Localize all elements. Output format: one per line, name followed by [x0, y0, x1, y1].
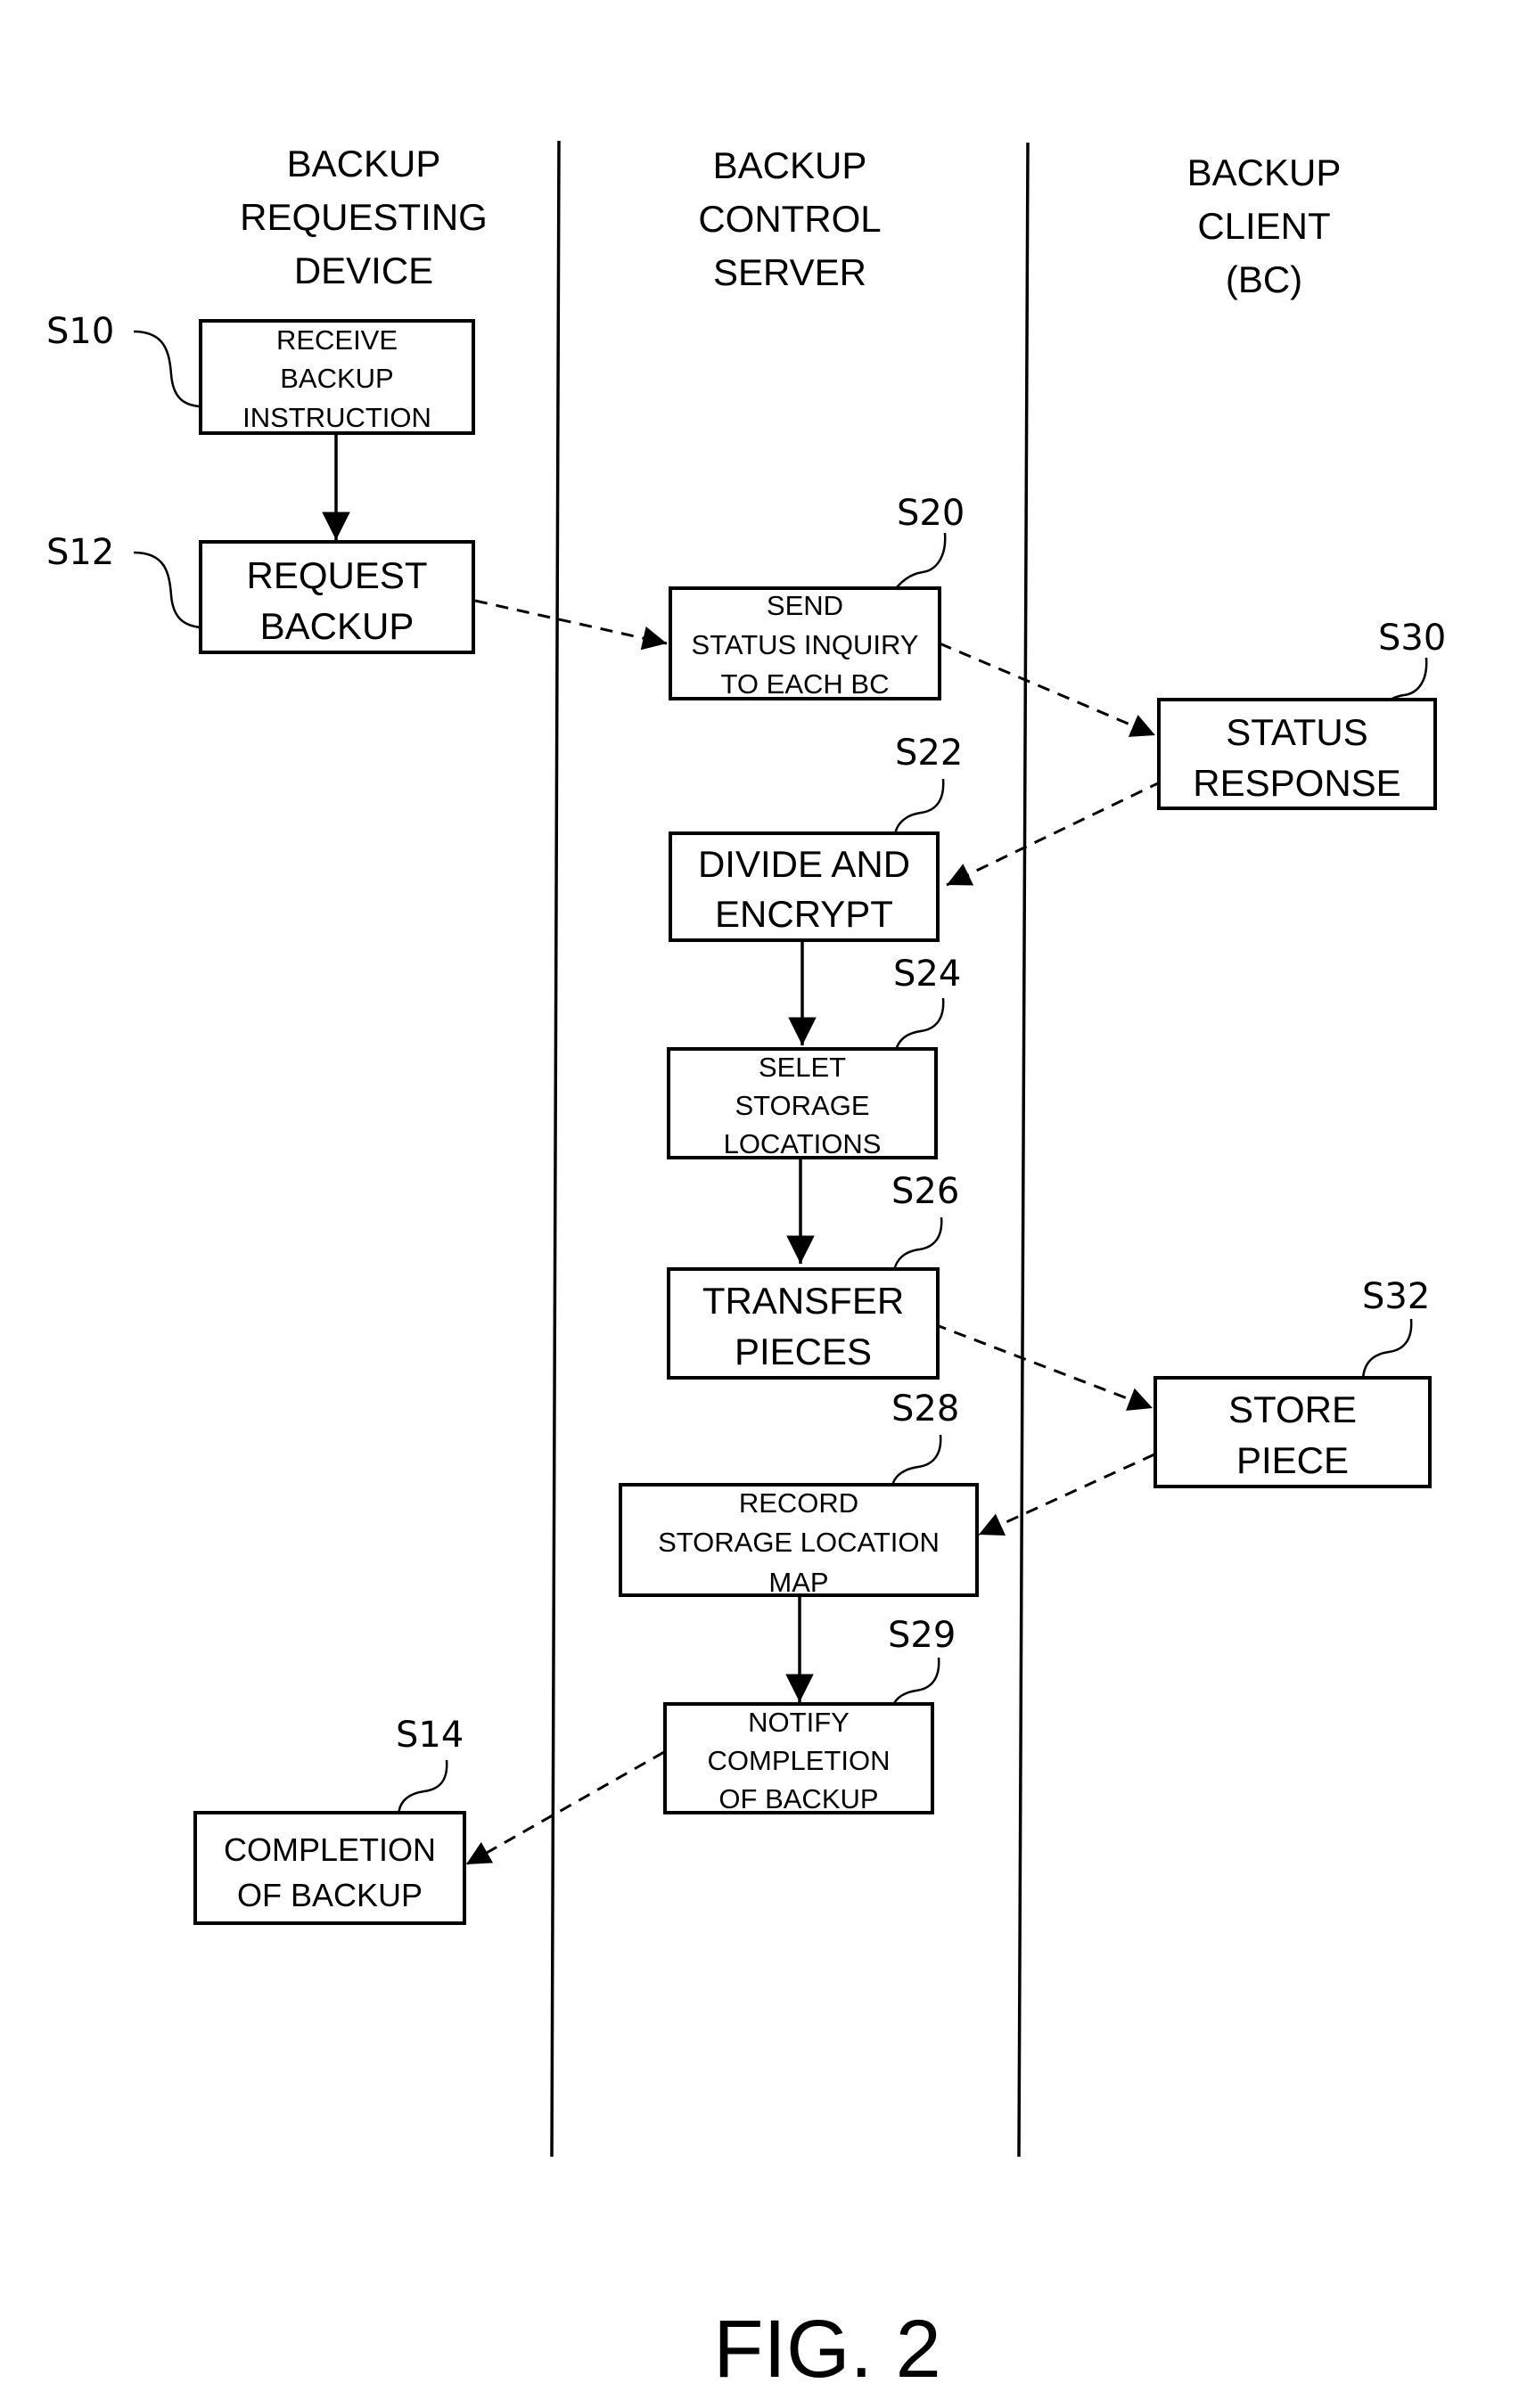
lane-title-line: DEVICE	[294, 250, 433, 291]
leader-line	[893, 778, 945, 836]
step-number-label: S26	[891, 1171, 959, 1212]
step-number-label: S24	[893, 954, 961, 995]
step-text-line: DIVIDE AND	[698, 843, 910, 885]
step-text-line: BACKUP	[280, 363, 393, 394]
sequence-diagram: BACKUP REQUESTING DEVICE BACKUP CONTROL …	[46, 140, 1446, 2395]
lane-divider-left	[550, 140, 561, 2158]
step-s12: S12 REQUEST BACKUP	[46, 532, 475, 654]
step-text-line: REQUEST	[246, 554, 427, 596]
leader-line	[1361, 1318, 1413, 1380]
step-number-label: S28	[891, 1388, 959, 1429]
step-number-label: S12	[46, 532, 114, 573]
step-s24: S24 SELET STORAGE LOCATIONS	[667, 954, 961, 1159]
lane-title-line: BACKUP	[1187, 152, 1342, 193]
step-text-line: COMPLETION	[708, 1745, 891, 1776]
step-text-line: INSTRUCTION	[242, 402, 431, 433]
lane-header-requesting-device: BACKUP REQUESTING DEVICE	[240, 143, 488, 291]
step-text-line: BACKUP	[260, 605, 415, 647]
leader-line	[891, 1434, 942, 1487]
step-text-line: SELET	[759, 1052, 846, 1083]
step-s22: S22 DIVIDE AND ENCRYPT	[669, 733, 963, 942]
step-number-label: S29	[888, 1615, 956, 1656]
figure-label: FIG. 2	[713, 2304, 941, 2395]
lane-header-control-server: BACKUP CONTROL SERVER	[698, 144, 881, 293]
step-s29: S29 NOTIFY COMPLETION OF BACKUP	[663, 1615, 956, 1814]
step-number-label: S32	[1362, 1276, 1430, 1317]
leader-line	[397, 1759, 448, 1815]
flow-s26-s32	[933, 1323, 1153, 1411]
step-s10: S10 RECEIVE BACKUP INSTRUCTION	[46, 311, 475, 435]
flow-s20-s30	[939, 642, 1156, 737]
lane-divider-right	[1017, 142, 1030, 2158]
step-text-line: STATUS	[1226, 711, 1367, 753]
flow-s32-s28	[978, 1453, 1155, 1536]
leader-line	[133, 551, 201, 629]
flow-s12-s20	[474, 599, 668, 651]
flow-s29-s14	[465, 1750, 665, 1866]
step-text-line: PIECES	[735, 1331, 872, 1372]
step-s28: S28 RECORD STORAGE LOCATION MAP	[619, 1388, 979, 1598]
step-text-line: LOCATIONS	[724, 1128, 882, 1159]
lane-title-line: (BC)	[1226, 258, 1302, 300]
lane-header-backup-client: BACKUP CLIENT (BC)	[1187, 152, 1342, 300]
step-s26: S26 TRANSFER PIECES	[667, 1171, 959, 1380]
lane-title-line: REQUESTING	[240, 196, 488, 238]
step-number-label: S20	[897, 493, 965, 534]
step-text-line: MAP	[768, 1567, 828, 1598]
step-text-line: TO EACH BC	[721, 668, 890, 700]
lane-title-line: CONTROL	[698, 198, 881, 240]
step-text-line: RESPONSE	[1193, 762, 1400, 804]
step-text-line: OF BACKUP	[718, 1783, 878, 1814]
leader-line	[133, 330, 201, 408]
step-text-line: PIECE	[1236, 1439, 1349, 1481]
step-number-label: S10	[46, 311, 114, 352]
step-text-line: RECEIVE	[276, 324, 398, 356]
lane-title-line: SERVER	[713, 251, 866, 293]
lane-title-line: BACKUP	[287, 143, 441, 184]
lane-title-line: CLIENT	[1197, 205, 1330, 247]
step-text-line: RECORD	[739, 1487, 858, 1519]
lane-title-line: BACKUP	[713, 144, 867, 186]
step-text-line: STATUS INQUIRY	[692, 629, 919, 660]
flow-s30-s22	[946, 780, 1162, 887]
step-text-line: OF BACKUP	[237, 1877, 423, 1913]
step-s14: S14 COMPLETION OF BACKUP	[193, 1715, 466, 1925]
step-text-line: TRANSFER	[702, 1280, 904, 1322]
step-number-label: S14	[396, 1715, 464, 1756]
step-s30: S30 STATUS RESPONSE	[1157, 618, 1446, 810]
leader-line	[894, 532, 947, 590]
step-text-line: NOTIFY	[748, 1707, 850, 1738]
step-number-label: S30	[1378, 618, 1446, 659]
step-s32: S32 STORE PIECE	[1153, 1276, 1432, 1488]
step-text-line: COMPLETION	[224, 1831, 436, 1868]
step-text-line: SEND	[767, 590, 843, 621]
step-text-line: STORAGE	[735, 1090, 869, 1121]
step-text-line: STORAGE LOCATION	[658, 1527, 940, 1558]
step-s20: S20 SEND STATUS INQUIRY TO EACH BC	[669, 493, 965, 700]
step-number-label: S22	[895, 733, 963, 774]
step-text-line: ENCRYPT	[715, 893, 893, 935]
step-text-line: STORE	[1228, 1388, 1357, 1430]
